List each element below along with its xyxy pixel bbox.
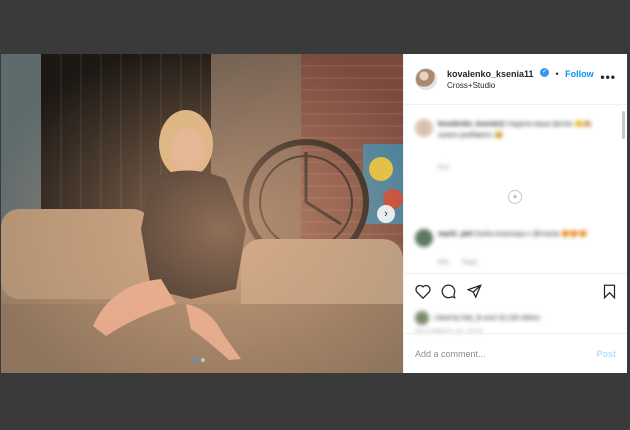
post-comment-button[interactable]: Post: [596, 349, 616, 359]
carousel-dots: [194, 358, 205, 362]
more-options-icon[interactable]: •••: [600, 70, 616, 84]
likes-summary[interactable]: Liked by lisb_tk and 18,136 others: [415, 311, 540, 325]
post-header: kovalenko_ksenia11 ✓ • Follow Cross+Stud…: [404, 54, 627, 105]
load-more-comments-icon[interactable]: +: [508, 190, 522, 204]
post-side-panel: kovalenko_ksenia11 ✓ • Follow Cross+Stud…: [403, 54, 627, 373]
comment-icon[interactable]: [441, 284, 456, 299]
likes-text: Liked by lisb_tk and 18,136 others: [434, 314, 541, 322]
heart-icon[interactable]: [415, 284, 431, 299]
comment-avatar[interactable]: [415, 229, 433, 247]
avatar[interactable]: [415, 68, 437, 90]
comment-input[interactable]: [415, 348, 597, 359]
comment-text: Gorka krasivaya x @mariia 😍😍😍: [474, 231, 588, 238]
photo-image: [1, 54, 403, 373]
comment-time: 81w: [438, 165, 450, 171]
comment-time: 80w: [438, 260, 450, 266]
comment-username[interactable]: mariii_ptel: [438, 231, 473, 238]
verified-badge-icon: ✓: [540, 67, 550, 77]
comments-section: kovalenko_ksenia11 Надела ваши фотки 😊🙈 …: [404, 105, 627, 273]
separator: •: [555, 68, 559, 79]
comment-username[interactable]: kovalenko_ksenia11: [438, 121, 505, 128]
list-item: mariii_ptel Gorka krasivaya x @mariia 😍😍…: [438, 229, 588, 240]
comments-scrollbar[interactable]: [622, 111, 625, 139]
next-photo-button[interactable]: ›: [377, 205, 395, 223]
post-photo[interactable]: ›: [1, 54, 403, 373]
add-comment-bar: Post: [404, 333, 627, 373]
list-item: kovalenko_ksenia11 Надела ваши фотки 😊🙈 …: [438, 119, 610, 141]
location-link[interactable]: Cross+Studio: [447, 80, 594, 92]
follow-button[interactable]: Follow: [565, 69, 594, 79]
liker-avatar: [415, 311, 429, 325]
share-icon[interactable]: [467, 284, 482, 299]
post-actions: Liked by lisb_tk and 18,136 others DECEM…: [404, 273, 627, 335]
bookmark-icon[interactable]: [603, 284, 616, 299]
comment-avatar[interactable]: [415, 119, 433, 137]
reply-button[interactable]: Reply: [462, 260, 477, 266]
carousel-dot: [201, 358, 205, 362]
post-modal: › kovalenko_ksenia11 ✓ • Follow Cross+St…: [1, 54, 627, 373]
username[interactable]: kovalenko_ksenia11: [447, 69, 534, 79]
carousel-dot-active: [194, 358, 198, 362]
